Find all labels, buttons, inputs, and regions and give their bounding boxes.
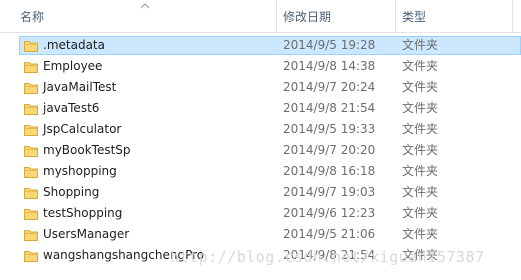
file-name: JavaMailTest — [43, 80, 117, 94]
file-type: 文件夹 — [402, 80, 439, 94]
file-type: 文件夹 — [402, 122, 439, 136]
file-row[interactable]: myshopping 2014/9/8 16:18 文件夹 — [0, 161, 521, 182]
column-header-type[interactable]: 类型 — [402, 0, 426, 32]
folder-icon — [24, 188, 38, 199]
file-name: Shopping — [43, 185, 100, 199]
file-type: 文件夹 — [402, 59, 439, 73]
file-row[interactable]: javaTest6 2014/9/8 21:54 文件夹 — [0, 98, 521, 119]
file-type: 文件夹 — [402, 143, 439, 157]
column-header-bar: 名称 修改日期 类型 — [0, 0, 521, 33]
file-row[interactable]: myBookTestSp 2014/9/7 20:20 文件夹 — [0, 140, 521, 161]
folder-icon — [24, 41, 38, 52]
folder-icon — [24, 167, 38, 178]
file-modified-date: 2014/9/8 14:38 — [283, 59, 376, 73]
file-type: 文件夹 — [402, 38, 439, 52]
folder-icon — [24, 104, 38, 115]
file-name: testShopping — [43, 206, 123, 220]
folder-icon — [24, 251, 38, 262]
file-name: .metadata — [43, 38, 105, 52]
file-row[interactable]: Employee 2014/9/8 14:38 文件夹 — [0, 56, 521, 77]
sort-ascending-icon — [140, 3, 150, 9]
column-header-name[interactable]: 名称 — [20, 0, 44, 32]
file-name: javaTest6 — [43, 101, 100, 115]
file-row[interactable]: UsersManager 2014/9/5 21:06 文件夹 — [0, 224, 521, 245]
file-name: JspCalculator — [43, 122, 122, 136]
file-row[interactable]: Shopping 2014/9/7 19:03 文件夹 — [0, 182, 521, 203]
file-modified-date: 2014/9/7 20:24 — [283, 80, 376, 94]
column-divider[interactable] — [512, 0, 513, 32]
column-divider[interactable] — [276, 0, 277, 32]
file-modified-date: 2014/9/5 19:28 — [283, 38, 376, 52]
file-type: 文件夹 — [402, 101, 439, 115]
column-header-type-label: 类型 — [402, 10, 427, 24]
file-name: Employee — [43, 59, 103, 73]
file-modified-date: 2014/9/7 19:03 — [283, 185, 376, 199]
file-modified-date: 2014/9/6 12:23 — [283, 206, 376, 220]
folder-icon — [24, 125, 38, 136]
folder-icon — [24, 83, 38, 94]
file-type: 文件夹 — [402, 206, 439, 220]
file-modified-date: 2014/9/5 19:33 — [283, 122, 376, 136]
file-modified-date: 2014/9/5 21:06 — [283, 227, 376, 241]
file-row[interactable]: testShopping 2014/9/6 12:23 文件夹 — [0, 203, 521, 224]
file-modified-date: 2014/9/7 20:20 — [283, 143, 376, 157]
file-name: UsersManager — [43, 227, 130, 241]
file-row[interactable]: JavaMailTest 2014/9/7 20:24 文件夹 — [0, 77, 521, 98]
folder-icon — [24, 62, 38, 73]
column-header-modified-label: 修改日期 — [283, 10, 332, 24]
file-list: .metadata 2014/9/5 19:28 文件夹 Employee 2014/9… — [0, 35, 521, 266]
file-type: 文件夹 — [402, 185, 439, 199]
file-modified-date: 2014/9/8 16:18 — [283, 164, 376, 178]
file-row[interactable]: JspCalculator 2014/9/5 19:33 文件夹 — [0, 119, 521, 140]
file-name: myBookTestSp — [43, 143, 131, 157]
folder-icon — [24, 209, 38, 220]
folder-icon — [24, 230, 38, 241]
file-name: myshopping — [43, 164, 117, 178]
column-header-name-label: 名称 — [20, 10, 45, 24]
column-divider[interactable] — [395, 0, 396, 32]
file-row[interactable]: .metadata 2014/9/5 19:28 文件夹 — [0, 35, 521, 56]
watermark: http://blog.csdn.net/xiguan157387 — [170, 248, 485, 266]
folder-icon — [24, 146, 38, 157]
file-type: 文件夹 — [402, 227, 439, 241]
file-type: 文件夹 — [402, 164, 439, 178]
file-modified-date: 2014/9/8 21:54 — [283, 101, 376, 115]
column-header-modified[interactable]: 修改日期 — [283, 0, 331, 32]
